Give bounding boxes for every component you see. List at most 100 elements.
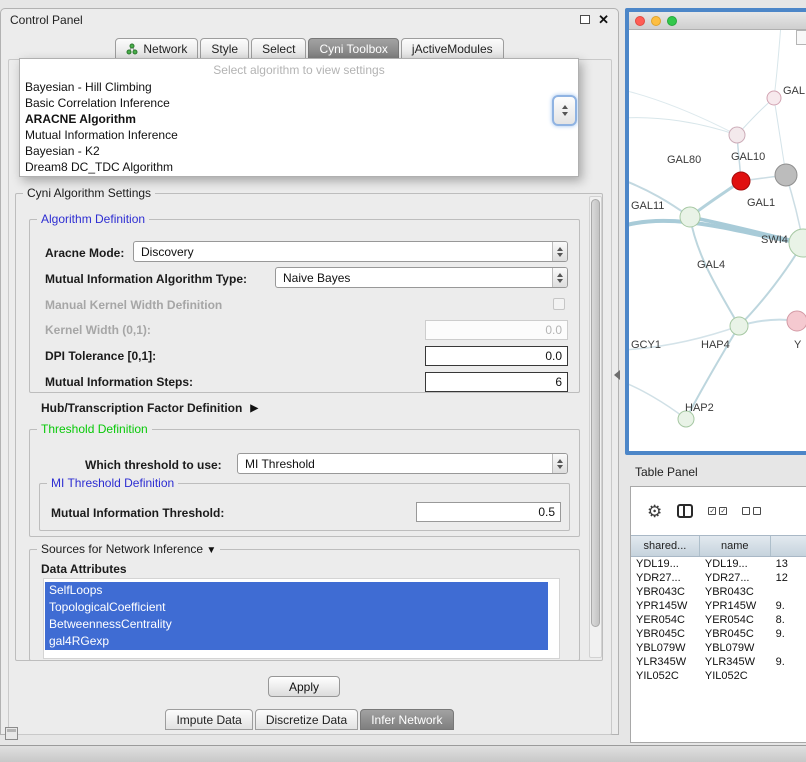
table-row[interactable]: YDR27...YDR27...12 bbox=[631, 571, 806, 585]
tab-style[interactable]: Style bbox=[200, 38, 249, 59]
tab-label: Network bbox=[143, 42, 187, 56]
combo-value: Naive Bayes bbox=[276, 271, 552, 285]
all-rows-icon[interactable] bbox=[742, 507, 761, 515]
zoom-window-icon[interactable] bbox=[667, 16, 677, 26]
table-row[interactable]: YBR043CYBR043C bbox=[631, 585, 806, 599]
table-row[interactable]: YBR045CYBR045C9. bbox=[631, 627, 806, 641]
table-panel: ⚙ ✓✓ shared... name YDL19...YDL19...13YD… bbox=[630, 486, 806, 743]
column-header-name[interactable]: name bbox=[700, 536, 771, 556]
mi-type-select[interactable]: Naive Bayes bbox=[275, 267, 568, 288]
tab-jactivemodules[interactable]: jActiveModules bbox=[401, 38, 504, 59]
data-attributes-list[interactable]: SelfLoops TopologicalCoefficient Between… bbox=[43, 578, 560, 659]
float-window-icon[interactable] bbox=[580, 15, 590, 24]
network-edge[interactable] bbox=[629, 382, 686, 419]
table-cell: 9. bbox=[771, 599, 806, 613]
close-window-icon[interactable] bbox=[635, 16, 645, 26]
mi-steps-field[interactable] bbox=[425, 372, 568, 392]
network-node[interactable] bbox=[680, 207, 700, 227]
kernel-width-label: Kernel Width (0,1): bbox=[45, 323, 151, 337]
combo-stepper[interactable] bbox=[552, 268, 567, 287]
settings-scrollbar[interactable] bbox=[589, 196, 602, 658]
columns-icon[interactable] bbox=[677, 504, 693, 518]
network-window-titlebar bbox=[629, 12, 806, 30]
network-node-label: GAL80 bbox=[667, 154, 701, 166]
network-edge[interactable] bbox=[774, 98, 786, 175]
sources-group-title[interactable]: Sources for Network Inference ▼ bbox=[37, 542, 220, 556]
dropdown-option[interactable]: Mutual Information Inference bbox=[20, 127, 578, 143]
network-node[interactable] bbox=[775, 164, 797, 186]
network-node-label: GAL1 bbox=[747, 197, 775, 209]
combo-value: MI Threshold bbox=[238, 457, 552, 471]
scrollbar-thumb[interactable] bbox=[591, 199, 600, 627]
table-row[interactable]: YIL052CYIL052C bbox=[631, 669, 806, 683]
network-node[interactable] bbox=[767, 91, 781, 105]
mi-threshold-group-title: MI Threshold Definition bbox=[47, 476, 178, 490]
table-row[interactable]: YBL079WYBL079W bbox=[631, 641, 806, 655]
combo-stepper[interactable] bbox=[552, 454, 567, 473]
network-node[interactable] bbox=[729, 127, 745, 143]
network-node[interactable] bbox=[730, 317, 748, 335]
network-node-label: GAL bbox=[783, 85, 805, 97]
table-cell: YBR043C bbox=[700, 585, 771, 599]
panel-tabs: Network Style Select Cyni Toolbox jActiv… bbox=[1, 38, 618, 59]
status-bar bbox=[0, 745, 806, 762]
table-cell: YLR345W bbox=[631, 655, 700, 669]
table-row[interactable]: YPR145WYPR145W9. bbox=[631, 599, 806, 613]
apply-button[interactable]: Apply bbox=[268, 676, 340, 697]
close-icon[interactable]: ✕ bbox=[598, 13, 609, 26]
tab-cyni-toolbox[interactable]: Cyni Toolbox bbox=[308, 38, 398, 59]
network-node-label: HAP4 bbox=[701, 339, 730, 351]
table-row[interactable]: YER054CYER054C8. bbox=[631, 613, 806, 627]
network-node-label: HAP2 bbox=[685, 402, 714, 414]
tab-select[interactable]: Select bbox=[251, 38, 306, 59]
kernel-width-field bbox=[425, 320, 568, 340]
algorithm-combo-stepper[interactable] bbox=[552, 95, 577, 126]
tab-infer-network[interactable]: Infer Network bbox=[360, 709, 453, 730]
hub-definition-label: Hub/Transcription Factor Definition bbox=[41, 401, 242, 415]
table-row[interactable]: YLR345WYLR345W9. bbox=[631, 655, 806, 669]
tab-discretize-data[interactable]: Discretize Data bbox=[255, 709, 358, 730]
hub-definition-expander[interactable]: Hub/Transcription Factor Definition ▶ bbox=[41, 401, 258, 415]
selected-rows-icon[interactable]: ✓✓ bbox=[708, 507, 727, 515]
dropdown-option[interactable]: Basic Correlation Inference bbox=[20, 95, 578, 111]
tab-impute-data[interactable]: Impute Data bbox=[165, 709, 252, 730]
table-cell: YIL052C bbox=[631, 669, 700, 683]
which-threshold-select[interactable]: MI Threshold bbox=[237, 453, 568, 474]
dpi-tolerance-label: DPI Tolerance [0,1]: bbox=[45, 349, 156, 363]
network-edge[interactable] bbox=[629, 118, 737, 135]
aracne-mode-select[interactable]: Discovery bbox=[133, 241, 568, 262]
network-edge[interactable] bbox=[629, 90, 737, 135]
network-edge[interactable] bbox=[690, 217, 739, 326]
table-cell: YER054C bbox=[631, 613, 700, 627]
tab-network[interactable]: Network bbox=[115, 38, 198, 59]
network-node[interactable] bbox=[789, 229, 806, 257]
attribute-item-selected[interactable]: TopologicalCoefficient bbox=[45, 599, 548, 616]
network-edge[interactable] bbox=[774, 30, 781, 98]
dropdown-option[interactable]: Bayesian - K2 bbox=[20, 143, 578, 159]
splitter-collapse-icon[interactable] bbox=[614, 370, 620, 380]
dropdown-option[interactable]: Dream8 DC_TDC Algorithm bbox=[20, 159, 578, 175]
dropdown-option[interactable]: Bayesian - Hill Climbing bbox=[20, 79, 578, 95]
dropdown-option-selected[interactable]: ARACNE Algorithm bbox=[20, 111, 578, 127]
network-node[interactable] bbox=[787, 311, 806, 331]
network-node[interactable] bbox=[732, 172, 750, 190]
network-canvas[interactable]: GALGAL80GAL10GAL11GAL1SWI4GAL4GCY1HAP4YH… bbox=[629, 30, 806, 451]
collapse-down-icon: ▼ bbox=[206, 545, 216, 556]
column-header[interactable] bbox=[771, 536, 806, 556]
mi-threshold-field[interactable] bbox=[416, 502, 561, 522]
network-icon bbox=[126, 43, 138, 55]
desktop: Control Panel ✕ Network Style Select Cyn… bbox=[0, 0, 806, 762]
table-cell bbox=[771, 585, 806, 599]
attribute-item-selected[interactable]: gal4RGexp bbox=[45, 633, 548, 650]
table-row[interactable]: YDL19...YDL19...13 bbox=[631, 557, 806, 571]
minimize-window-icon[interactable] bbox=[651, 16, 661, 26]
combo-stepper[interactable] bbox=[552, 242, 567, 261]
dpi-tolerance-field[interactable] bbox=[425, 346, 568, 366]
attribute-item-selected[interactable]: BetweennessCentrality bbox=[45, 616, 548, 633]
gear-icon[interactable]: ⚙ bbox=[647, 503, 662, 520]
attribute-item-selected[interactable]: SelfLoops bbox=[45, 582, 548, 599]
network-node-label: Y bbox=[794, 339, 802, 351]
network-scrollbar-button[interactable] bbox=[796, 30, 806, 45]
table-cell: 9. bbox=[771, 655, 806, 669]
column-header-shared-name[interactable]: shared... bbox=[631, 536, 700, 556]
